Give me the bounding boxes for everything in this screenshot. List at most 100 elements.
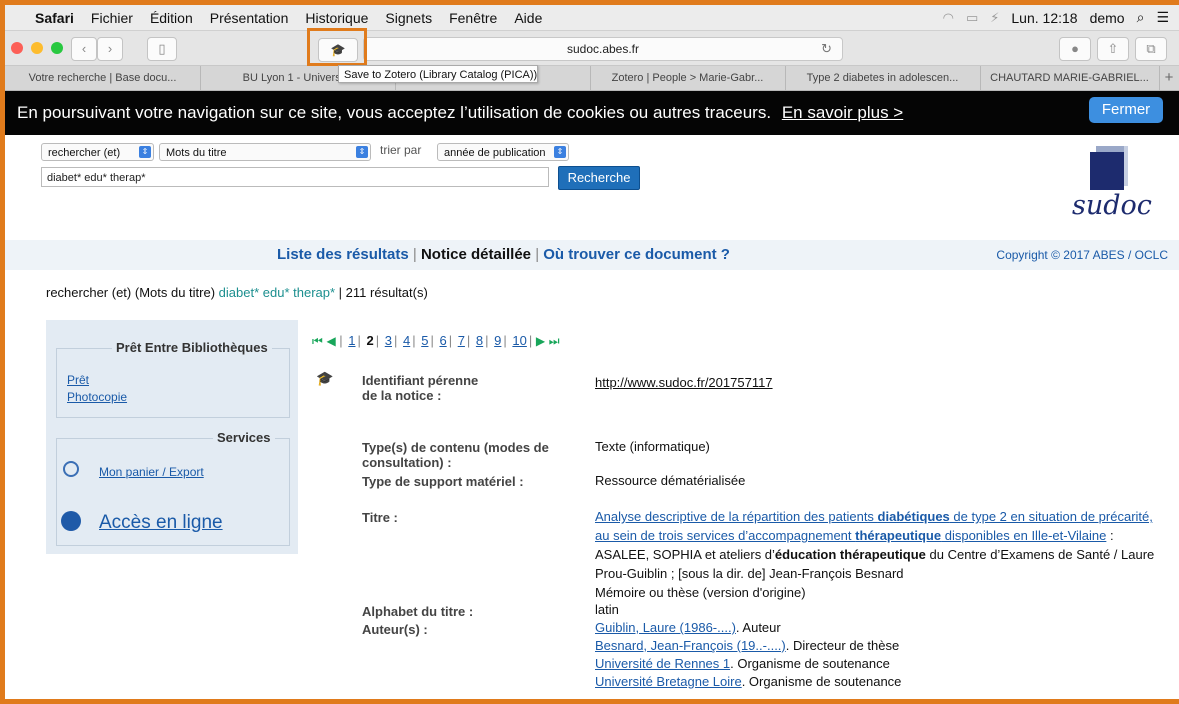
tabs-overview-icon[interactable]: ⧉ bbox=[1135, 37, 1167, 61]
page-link-1[interactable]: 1 bbox=[348, 333, 355, 348]
clock[interactable]: Lun. 12:18 bbox=[1011, 10, 1077, 26]
menu-safari[interactable]: Safari bbox=[35, 10, 74, 26]
page-link-8[interactable]: 8 bbox=[476, 333, 483, 348]
user-name[interactable]: demo bbox=[1090, 10, 1125, 26]
cookie-text: En poursuivant votre navigation sur ce s… bbox=[17, 103, 772, 122]
nav-separator: | bbox=[412, 246, 421, 263]
results-list-link[interactable]: Liste des résultats bbox=[277, 246, 409, 263]
menu-fichier[interactable]: Fichier bbox=[91, 10, 133, 26]
summary-query: diabet* edu* therap* bbox=[218, 285, 336, 300]
author-link[interactable]: Université Bretagne Loire bbox=[595, 674, 742, 689]
tab-chautard[interactable]: CHAUTARD MARIE-GABRIEL... bbox=[980, 66, 1160, 90]
pagination: ⏮ ◀ | 1 | 2 | 3 | 4 | 5 | 6 | 7 | 8 | 9 | 10 | ▶ ⏭ bbox=[312, 333, 560, 348]
author-item: Université Bretagne Loire. Organisme de … bbox=[595, 674, 902, 689]
menu-presentation[interactable]: Présentation bbox=[210, 10, 289, 26]
menu-aide[interactable]: Aide bbox=[514, 10, 542, 26]
menu-edition[interactable]: Édition bbox=[150, 10, 193, 26]
previous-page-icon[interactable]: ◀ bbox=[326, 334, 335, 348]
author-link[interactable]: Besnard, Jean-François (19..-....) bbox=[595, 638, 786, 653]
address-bar[interactable]: sudoc.abes.fr ↻ bbox=[363, 37, 843, 61]
identifier-label: Identifiant pérenne de la notice : bbox=[362, 373, 479, 403]
menu-historique[interactable]: Historique bbox=[305, 10, 368, 26]
sort-select[interactable]: année de publication ⇕ bbox=[437, 143, 569, 161]
menu-signets[interactable]: Signets bbox=[385, 10, 432, 26]
sudoc-logo-text: sudoc bbox=[1072, 190, 1152, 221]
new-tab-button[interactable]: + bbox=[1159, 66, 1179, 90]
authors-label: Auteur(s) : bbox=[362, 622, 428, 637]
search-input[interactable]: diabet* edu* therap* bbox=[41, 167, 549, 187]
tab-type2-diabetes[interactable]: Type 2 diabetes in adolescen... bbox=[785, 66, 981, 90]
photocopie-link[interactable]: Photocopie bbox=[67, 390, 127, 404]
share-icon[interactable]: ⇧ bbox=[1097, 37, 1129, 61]
close-window-button[interactable] bbox=[11, 42, 23, 54]
zotero-cap-icon[interactable]: 🎓 bbox=[316, 370, 333, 387]
mac-menubar: Safari Fichier Édition Présentation Hist… bbox=[5, 5, 1179, 31]
address-text: sudoc.abes.fr bbox=[566, 42, 640, 56]
author-link[interactable]: Université de Rennes 1 bbox=[595, 656, 730, 671]
authors-list: Guiblin, Laure (1986-....). Auteur Besna… bbox=[595, 619, 901, 691]
cookie-close-button[interactable]: Fermer bbox=[1089, 97, 1163, 123]
page-link-9[interactable]: 9 bbox=[494, 333, 501, 348]
identifier-link[interactable]: http://www.sudoc.fr/201757117 bbox=[595, 374, 773, 392]
spotlight-icon[interactable]: ⌕ bbox=[1137, 9, 1145, 26]
support-value: Ressource dématérialisée bbox=[595, 473, 746, 488]
result-count: 211 résultat(s) bbox=[345, 285, 428, 300]
notification-center-icon[interactable]: ☰ bbox=[1156, 9, 1169, 26]
services-title: Services bbox=[213, 430, 275, 445]
pret-link[interactable]: Prêt bbox=[67, 373, 89, 387]
page-link-7[interactable]: 7 bbox=[458, 333, 465, 348]
content-type-value: Texte (informatique) bbox=[595, 439, 710, 454]
sort-label: trier par bbox=[380, 143, 422, 157]
title-label: Titre : bbox=[362, 510, 398, 525]
services-box: Services Mon panier / Export Accès en li… bbox=[56, 430, 290, 546]
title-link[interactable]: Analyse descriptive de la répartition de… bbox=[595, 509, 1153, 543]
detailed-notice-tab[interactable]: Notice détaillée bbox=[421, 246, 531, 263]
sidebar-icon[interactable]: ▯ bbox=[147, 37, 177, 61]
highlight-frame-bottom bbox=[0, 699, 1179, 704]
author-item: Université de Rennes 1. Organisme de sou… bbox=[595, 656, 890, 671]
sudoc-logo[interactable]: sudoc bbox=[1068, 138, 1164, 232]
globe-icon[interactable] bbox=[61, 511, 81, 531]
support-label: Type de support matériel : bbox=[362, 474, 524, 489]
menu-fenetre[interactable]: Fenêtre bbox=[449, 10, 497, 26]
select-arrow-icon: ⇕ bbox=[554, 146, 566, 158]
back-button[interactable]: ‹ bbox=[71, 37, 97, 61]
page-link-10[interactable]: 10 bbox=[512, 333, 526, 348]
next-page-icon[interactable]: ▶ bbox=[536, 334, 545, 348]
page-link-5[interactable]: 5 bbox=[421, 333, 428, 348]
page-link-3[interactable]: 3 bbox=[385, 333, 392, 348]
sidebar: Prêt Entre Bibliothèques Prêt Photocopie… bbox=[46, 320, 298, 554]
peb-box: Prêt Entre Bibliothèques Prêt Photocopie bbox=[56, 340, 290, 418]
airplay-icon[interactable]: ▭ bbox=[966, 10, 978, 26]
last-page-icon[interactable]: ⏭ bbox=[549, 334, 560, 348]
search-mode-select[interactable]: rechercher (et) ⇕ bbox=[41, 143, 154, 161]
select-arrow-icon: ⇕ bbox=[356, 146, 368, 158]
select-arrow-icon: ⇕ bbox=[139, 146, 151, 158]
tab-zotero-people[interactable]: Zotero | People > Marie-Gabr... bbox=[590, 66, 786, 90]
search-button[interactable]: Recherche bbox=[558, 166, 640, 190]
page-link-4[interactable]: 4 bbox=[403, 333, 410, 348]
author-item: Besnard, Jean-François (19..-....). Dire… bbox=[595, 638, 900, 653]
tab-bar: Votre recherche | Base docu... BU Lyon 1… bbox=[5, 66, 1179, 91]
where-to-find-link[interactable]: Où trouver ce document ? bbox=[543, 246, 730, 263]
author-item: Guiblin, Laure (1986-....). Auteur bbox=[595, 620, 781, 635]
alphabet-label: Alphabet du titre : bbox=[362, 604, 474, 619]
search-summary: rechercher (et) (Mots du titre) diabet* … bbox=[46, 285, 428, 300]
basket-icon[interactable] bbox=[63, 461, 79, 477]
first-page-icon[interactable]: ⏮ bbox=[312, 334, 323, 348]
reload-icon[interactable]: ↻ bbox=[821, 38, 832, 60]
panier-export-link[interactable]: Mon panier / Export bbox=[99, 465, 204, 479]
online-access-link[interactable]: Accès en ligne bbox=[99, 512, 223, 534]
tab-votre-recherche[interactable]: Votre recherche | Base docu... bbox=[5, 66, 201, 90]
search-field-select[interactable]: Mots du titre ⇕ bbox=[159, 143, 371, 161]
minimize-window-button[interactable] bbox=[31, 42, 43, 54]
page-link-6[interactable]: 6 bbox=[439, 333, 446, 348]
wifi-icon[interactable]: ◠ bbox=[943, 10, 954, 26]
zoom-window-button[interactable] bbox=[51, 42, 63, 54]
author-link[interactable]: Guiblin, Laure (1986-....) bbox=[595, 620, 736, 635]
battery-icon[interactable]: ⚡ bbox=[990, 10, 999, 26]
forward-button[interactable]: › bbox=[97, 37, 123, 61]
downloads-icon[interactable]: ● bbox=[1059, 37, 1091, 61]
title-value: Analyse descriptive de la répartition de… bbox=[595, 507, 1165, 602]
cookie-more-link[interactable]: En savoir plus > bbox=[782, 103, 903, 122]
